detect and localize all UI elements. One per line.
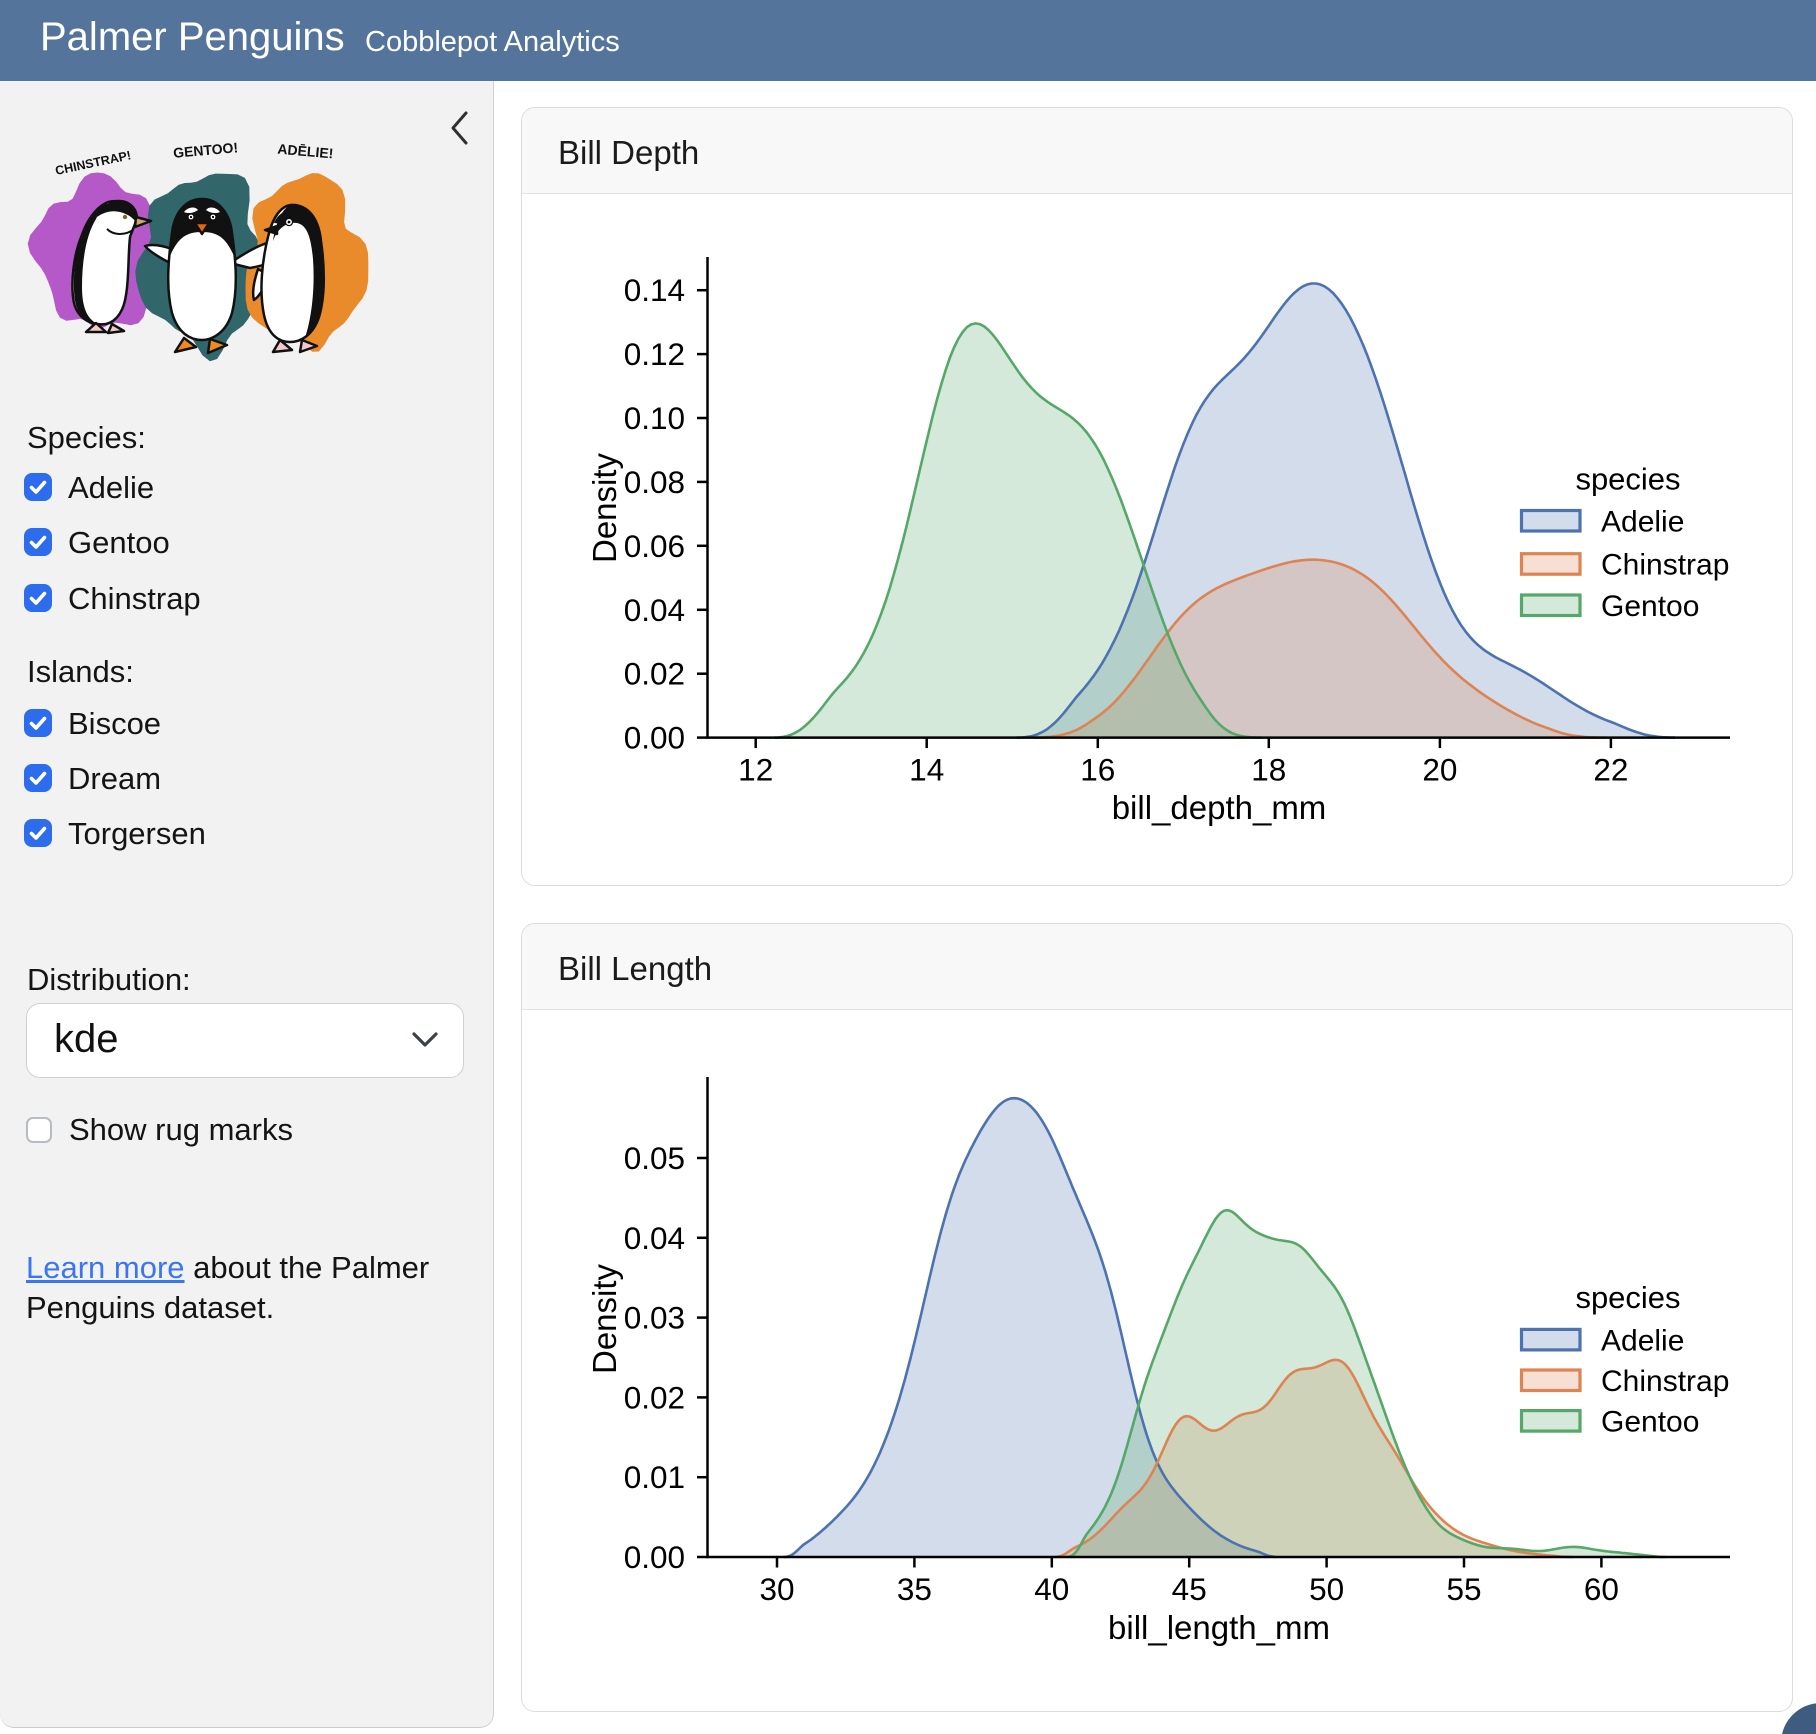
svg-text:14: 14 — [909, 752, 944, 788]
svg-text:Adelie: Adelie — [1601, 1324, 1684, 1357]
svg-text:Density: Density — [586, 1263, 623, 1374]
svg-text:Adelie: Adelie — [1601, 506, 1684, 539]
svg-text:0.02: 0.02 — [624, 1379, 685, 1415]
svg-text:0.12: 0.12 — [624, 336, 685, 372]
svg-text:50: 50 — [1309, 1571, 1344, 1607]
svg-text:20: 20 — [1422, 752, 1457, 788]
svg-text:Density: Density — [586, 452, 623, 563]
svg-text:45: 45 — [1172, 1571, 1207, 1607]
svg-text:22: 22 — [1593, 752, 1628, 788]
svg-text:35: 35 — [897, 1571, 932, 1607]
svg-text:40: 40 — [1034, 1571, 1069, 1607]
svg-text:18: 18 — [1251, 752, 1286, 788]
svg-text:0.10: 0.10 — [624, 400, 685, 436]
svg-text:bill_depth_mm: bill_depth_mm — [1112, 789, 1327, 826]
svg-text:12: 12 — [738, 752, 773, 788]
svg-text:30: 30 — [759, 1571, 794, 1607]
svg-text:0.05: 0.05 — [624, 1140, 685, 1176]
svg-text:GENTOO!: GENTOO! — [172, 139, 238, 161]
svg-text:0.04: 0.04 — [624, 592, 685, 628]
svg-text:0.06: 0.06 — [624, 528, 685, 564]
svg-text:0.01: 0.01 — [624, 1459, 685, 1495]
svg-text:species: species — [1575, 1280, 1680, 1315]
svg-text:0.03: 0.03 — [624, 1300, 685, 1336]
svg-text:0.00: 0.00 — [624, 1539, 685, 1575]
svg-text:Chinstrap: Chinstrap — [1601, 549, 1729, 582]
svg-text:60: 60 — [1584, 1571, 1619, 1607]
svg-text:Gentoo: Gentoo — [1601, 1406, 1699, 1439]
svg-text:Gentoo: Gentoo — [1601, 590, 1699, 623]
svg-text:0.00: 0.00 — [624, 720, 685, 756]
svg-text:0.02: 0.02 — [624, 656, 685, 692]
svg-text:55: 55 — [1446, 1571, 1481, 1607]
svg-text:16: 16 — [1080, 752, 1115, 788]
svg-text:0.08: 0.08 — [624, 464, 685, 500]
svg-text:0.04: 0.04 — [624, 1220, 685, 1256]
svg-text:species: species — [1575, 462, 1680, 497]
svg-text:ADĒLIE!: ADĒLIE! — [277, 141, 334, 162]
svg-text:bill_length_mm: bill_length_mm — [1108, 1609, 1330, 1646]
svg-text:0.14: 0.14 — [624, 272, 685, 308]
svg-text:Chinstrap: Chinstrap — [1601, 1365, 1729, 1398]
